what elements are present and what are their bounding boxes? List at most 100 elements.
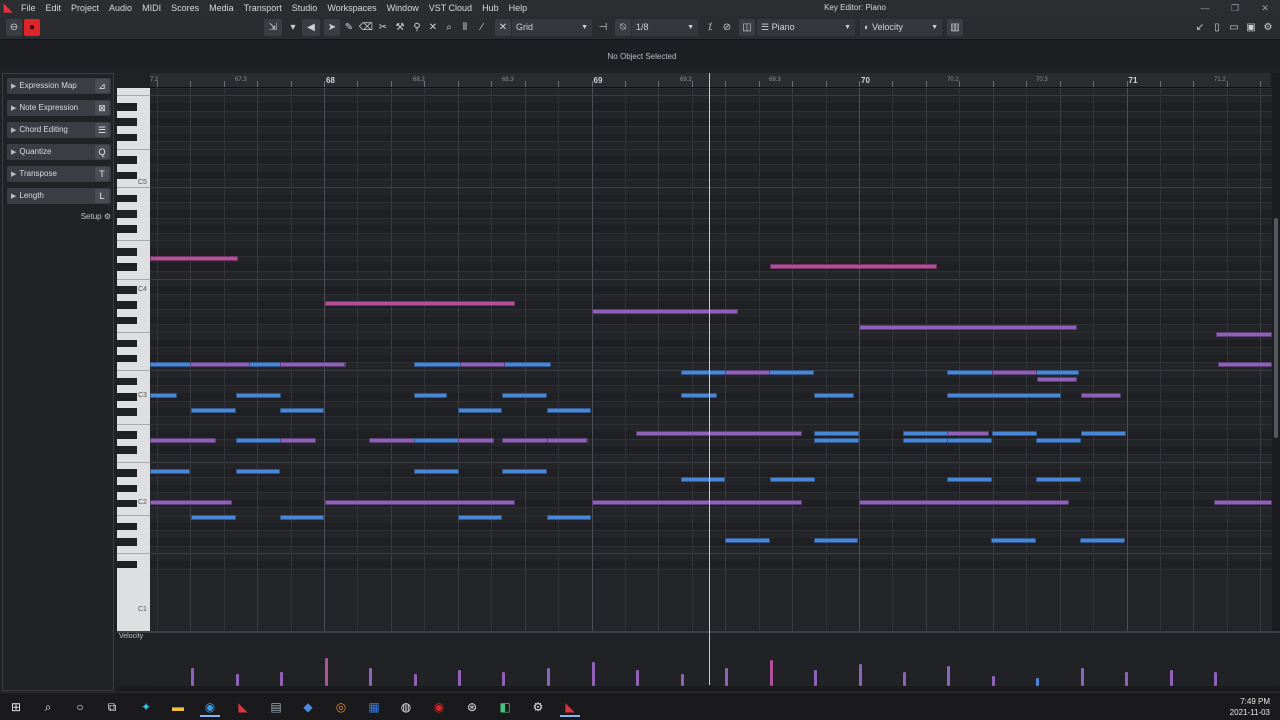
bar-ruler[interactable]: 68 69 70 71 7.2 67.3 68.2 68.3 69.2 69.3 70.2 70.3 7… <box>150 73 1270 88</box>
settings-gear-icon[interactable]: ⚙ <box>528 697 548 717</box>
velocity-bar[interactable] <box>458 670 461 686</box>
velocity-bar[interactable] <box>1214 672 1217 686</box>
midi-note[interactable] <box>547 408 591 413</box>
midi-note[interactable] <box>458 408 502 413</box>
velocity-bar[interactable] <box>414 674 417 686</box>
project-cursor[interactable] <box>709 73 710 685</box>
menu-edit[interactable]: Edit <box>41 0 67 16</box>
midi-note[interactable] <box>1080 538 1125 543</box>
black-key[interactable] <box>117 286 137 294</box>
iterative-quantize-icon[interactable]: ⊘ <box>719 19 735 36</box>
black-key[interactable] <box>117 339 137 348</box>
piano-keyboard[interactable]: C5 C4 C3 C2 C1 <box>117 88 150 631</box>
midi-note[interactable] <box>547 515 591 520</box>
midi-note[interactable] <box>502 469 547 474</box>
velocity-bar[interactable] <box>236 674 239 686</box>
windows-start-icon[interactable]: ⊞ <box>6 697 26 717</box>
inspector-section-1[interactable]: ▶ Note Expression ⊠ <box>7 100 111 116</box>
black-key[interactable] <box>117 499 137 508</box>
window-zone-left-icon[interactable]: ↙ <box>1192 19 1208 36</box>
black-key[interactable] <box>117 156 137 165</box>
menu-transport[interactable]: Transport <box>239 0 287 16</box>
midi-note[interactable] <box>903 438 948 443</box>
midi-note[interactable] <box>1036 477 1081 482</box>
midi-note[interactable] <box>725 370 770 375</box>
velocity-bars-icon[interactable]: ▥ <box>947 19 963 36</box>
velocity-lane[interactable] <box>150 633 1272 686</box>
arrow-tool-icon[interactable]: ➤ <box>324 19 340 36</box>
midi-note[interactable] <box>992 370 1037 375</box>
midi-note[interactable] <box>547 438 587 443</box>
velocity-bar[interactable] <box>502 672 505 686</box>
menu-workspaces[interactable]: Workspaces <box>322 0 381 16</box>
cortana-icon[interactable]: ○ <box>70 697 90 717</box>
lane-parameter-select[interactable]: ◐ Velocity ▼ <box>860 19 942 36</box>
midi-note[interactable] <box>947 393 1061 398</box>
midi-note[interactable] <box>1218 362 1272 367</box>
midi-note[interactable] <box>150 438 216 443</box>
snap-toggle-icon[interactable]: ✕ <box>495 19 511 36</box>
midi-note[interactable] <box>325 500 515 505</box>
midi-note[interactable] <box>414 393 447 398</box>
midi-note[interactable] <box>770 264 937 269</box>
bird-app-icon[interactable]: ✦ <box>136 697 156 717</box>
velocity-bar[interactable] <box>903 672 906 686</box>
midi-note[interactable] <box>681 393 717 398</box>
task-view-icon[interactable]: ⧉ <box>102 697 122 717</box>
calculator-icon[interactable]: ▦ <box>364 697 384 717</box>
snap-type-select[interactable]: Grid ▼ <box>512 19 592 36</box>
midi-note[interactable] <box>280 438 316 443</box>
midi-note[interactable] <box>814 438 859 443</box>
velocity-bar[interactable] <box>725 668 728 686</box>
black-key[interactable] <box>117 316 137 325</box>
black-key[interactable] <box>117 522 137 531</box>
solo-editor-icon[interactable]: ⊖ <box>6 19 22 36</box>
speaker-icon[interactable]: ◀ <box>302 19 320 36</box>
inspector-section-5[interactable]: ▶ Length L <box>7 188 111 204</box>
midi-note[interactable] <box>502 393 547 398</box>
velocity-bar[interactable] <box>1170 670 1173 686</box>
menu-project[interactable]: Project <box>66 0 104 16</box>
velocity-bar[interactable] <box>280 672 283 686</box>
vertical-scrollbar[interactable] <box>1272 73 1280 631</box>
midi-note[interactable] <box>1081 431 1126 436</box>
trim-tool-icon[interactable]: ✂ <box>375 19 391 36</box>
inspector-section-3[interactable]: ▶ Quantize Q <box>7 144 111 160</box>
menu-studio[interactable]: Studio <box>287 0 323 16</box>
horizontal-scrollbar[interactable] <box>117 686 1280 691</box>
midi-note[interactable] <box>1214 500 1272 505</box>
menu-window[interactable]: Window <box>382 0 424 16</box>
chevron-down-icon[interactable]: ▾ <box>285 19 301 36</box>
inspector-section-0[interactable]: ▶ Expression Map ⊿ <box>7 78 111 94</box>
midi-note[interactable] <box>191 515 236 520</box>
line-tool-icon[interactable]: ⫴ <box>457 19 473 36</box>
midi-note[interactable] <box>150 256 238 261</box>
installer-icon[interactable]: ▤ <box>266 697 286 717</box>
media-app-icon[interactable]: ◎ <box>331 697 351 717</box>
midi-note[interactable] <box>770 477 815 482</box>
zoom-tool-icon[interactable]: ⌕ <box>441 19 457 36</box>
black-key[interactable] <box>117 560 137 569</box>
black-key[interactable] <box>117 263 137 271</box>
velocity-bar[interactable] <box>325 658 328 686</box>
instrument-select[interactable]: ☰ Piano ▼ <box>757 19 855 36</box>
midi-note[interactable] <box>681 477 725 482</box>
black-key[interactable] <box>117 377 137 386</box>
record-icon[interactable]: ● <box>24 19 40 36</box>
black-key[interactable] <box>117 431 137 439</box>
velocity-bar[interactable] <box>814 670 817 686</box>
black-key[interactable] <box>117 209 137 218</box>
split-tool-icon[interactable]: ⚒ <box>392 19 408 36</box>
snap-to-zero-icon[interactable]: ⊣ <box>595 19 611 36</box>
tool-app-icon[interactable]: ◆ <box>298 697 318 717</box>
black-key[interactable] <box>117 393 137 401</box>
velocity-bar[interactable] <box>992 676 995 686</box>
menu-file[interactable]: File <box>16 0 41 16</box>
record-app-icon[interactable]: ◉ <box>429 697 449 717</box>
midi-note[interactable] <box>414 469 459 474</box>
midi-note[interactable] <box>1036 438 1081 443</box>
midi-note[interactable] <box>1081 393 1121 398</box>
edge-browser-icon[interactable]: ◉ <box>200 697 220 717</box>
midi-note[interactable] <box>458 515 502 520</box>
auto-scroll-icon[interactable]: ⇲ <box>264 19 282 36</box>
